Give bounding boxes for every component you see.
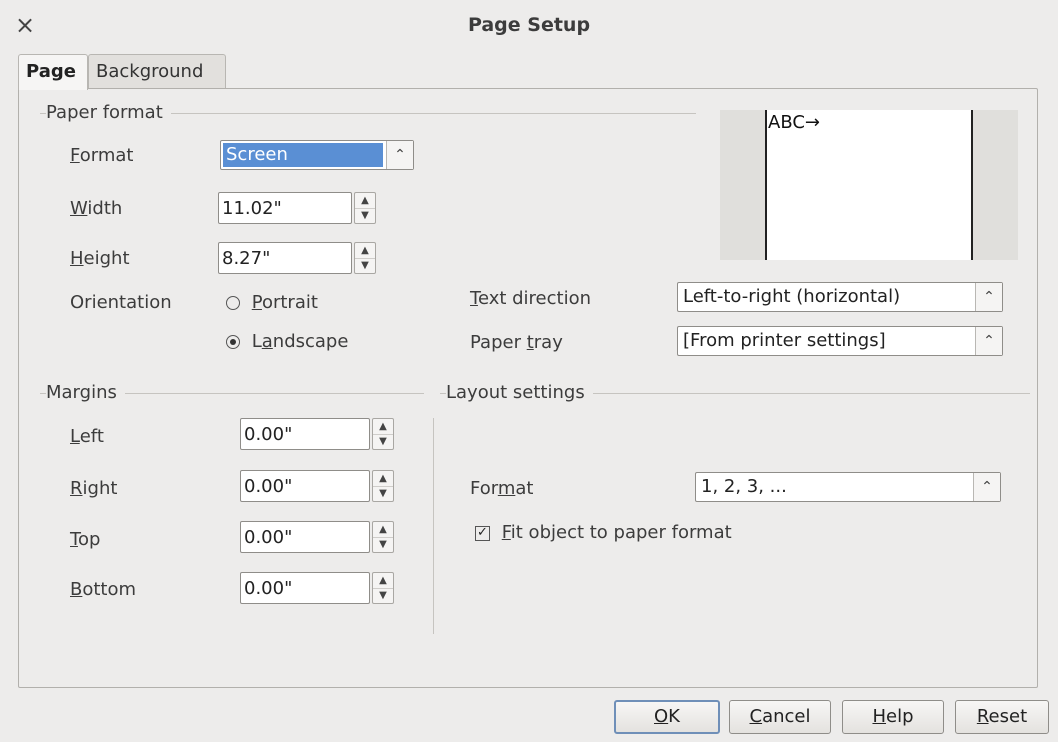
- margin-bottom-label: Bottom: [70, 579, 137, 600]
- section-divider: [433, 418, 434, 634]
- chevron-updown-icon: ⌃: [386, 141, 413, 169]
- width-spinbox[interactable]: 11.02" ▲ ▼: [218, 192, 382, 224]
- help-button[interactable]: Help: [842, 700, 944, 734]
- orientation-label: Orientation: [70, 292, 172, 313]
- margin-top-spinbox[interactable]: 0.00" ▲ ▼: [240, 521, 396, 553]
- layout-format-select[interactable]: 1, 2, 3, ... ⌃: [695, 472, 1001, 502]
- cancel-button[interactable]: Cancel: [729, 700, 831, 734]
- height-label: Height: [70, 248, 130, 269]
- margin-left-increment[interactable]: ▲: [373, 419, 393, 435]
- reset-button[interactable]: Reset: [955, 700, 1049, 734]
- height-increment[interactable]: ▲: [355, 243, 375, 259]
- format-select-value: Screen: [226, 144, 288, 165]
- portrait-radio[interactable]: Portrait: [226, 292, 318, 313]
- preview-text: ABC→: [768, 112, 820, 133]
- layout-format-label: Format: [470, 478, 534, 499]
- margin-bottom-increment[interactable]: ▲: [373, 573, 393, 589]
- margin-right-spinbox[interactable]: 0.00" ▲ ▼: [240, 470, 396, 502]
- chevron-updown-icon: ⌃: [973, 473, 1000, 501]
- margin-top-increment[interactable]: ▲: [373, 522, 393, 538]
- format-label: Format: [70, 145, 134, 166]
- margin-right-decrement[interactable]: ▼: [373, 486, 393, 501]
- margin-top-value[interactable]: 0.00": [244, 527, 292, 548]
- width-value[interactable]: 11.02": [222, 198, 282, 219]
- margin-left-label: Left: [70, 426, 104, 447]
- width-increment[interactable]: ▲: [355, 193, 375, 209]
- fit-object-check-indicator[interactable]: ✓: [475, 525, 490, 541]
- paper-format-title: Paper format: [46, 102, 171, 123]
- text-direction-label: Text direction: [470, 288, 592, 309]
- width-label: Width: [70, 198, 123, 219]
- layout-settings-title: Layout settings: [446, 382, 593, 403]
- text-direction-select[interactable]: Left-to-right (horizontal) ⌃: [677, 282, 1003, 312]
- landscape-radio-indicator[interactable]: [226, 335, 240, 349]
- height-spinbox[interactable]: 8.27" ▲ ▼: [218, 242, 382, 274]
- margin-right-increment[interactable]: ▲: [373, 471, 393, 487]
- margin-right-label: Right: [70, 478, 118, 499]
- paper-tray-label: Paper tray: [470, 332, 563, 353]
- width-decrement[interactable]: ▼: [355, 208, 375, 223]
- chevron-updown-icon: ⌃: [975, 327, 1002, 355]
- format-select[interactable]: Screen ⌃: [220, 140, 414, 170]
- paper-tray-value: [From printer settings]: [683, 330, 886, 351]
- height-decrement[interactable]: ▼: [355, 258, 375, 273]
- margin-right-value[interactable]: 0.00": [244, 476, 292, 497]
- paper-tray-select[interactable]: [From printer settings] ⌃: [677, 326, 1003, 356]
- margin-left-decrement[interactable]: ▼: [373, 434, 393, 449]
- fit-object-checkbox[interactable]: ✓ Fit object to paper format: [475, 522, 732, 543]
- margin-bottom-value[interactable]: 0.00": [244, 578, 292, 599]
- text-direction-value: Left-to-right (horizontal): [683, 286, 901, 307]
- margin-bottom-decrement[interactable]: ▼: [373, 588, 393, 603]
- margin-left-spinbox[interactable]: 0.00" ▲ ▼: [240, 418, 396, 450]
- margin-left-value[interactable]: 0.00": [244, 424, 292, 445]
- tab-page[interactable]: Page: [18, 54, 88, 90]
- margins-title: Margins: [46, 382, 125, 403]
- layout-format-value: 1, 2, 3, ...: [701, 476, 787, 497]
- margin-top-decrement[interactable]: ▼: [373, 537, 393, 552]
- margin-bottom-spinbox[interactable]: 0.00" ▲ ▼: [240, 572, 396, 604]
- margin-top-label: Top: [70, 529, 101, 550]
- window-title: Page Setup: [467, 14, 591, 36]
- landscape-radio[interactable]: Landscape: [226, 331, 348, 352]
- height-value[interactable]: 8.27": [222, 248, 270, 269]
- chevron-updown-icon: ⌃: [975, 283, 1002, 311]
- tab-background[interactable]: Background: [88, 54, 226, 88]
- portrait-radio-indicator[interactable]: [226, 296, 240, 310]
- ok-button[interactable]: OK: [614, 700, 720, 734]
